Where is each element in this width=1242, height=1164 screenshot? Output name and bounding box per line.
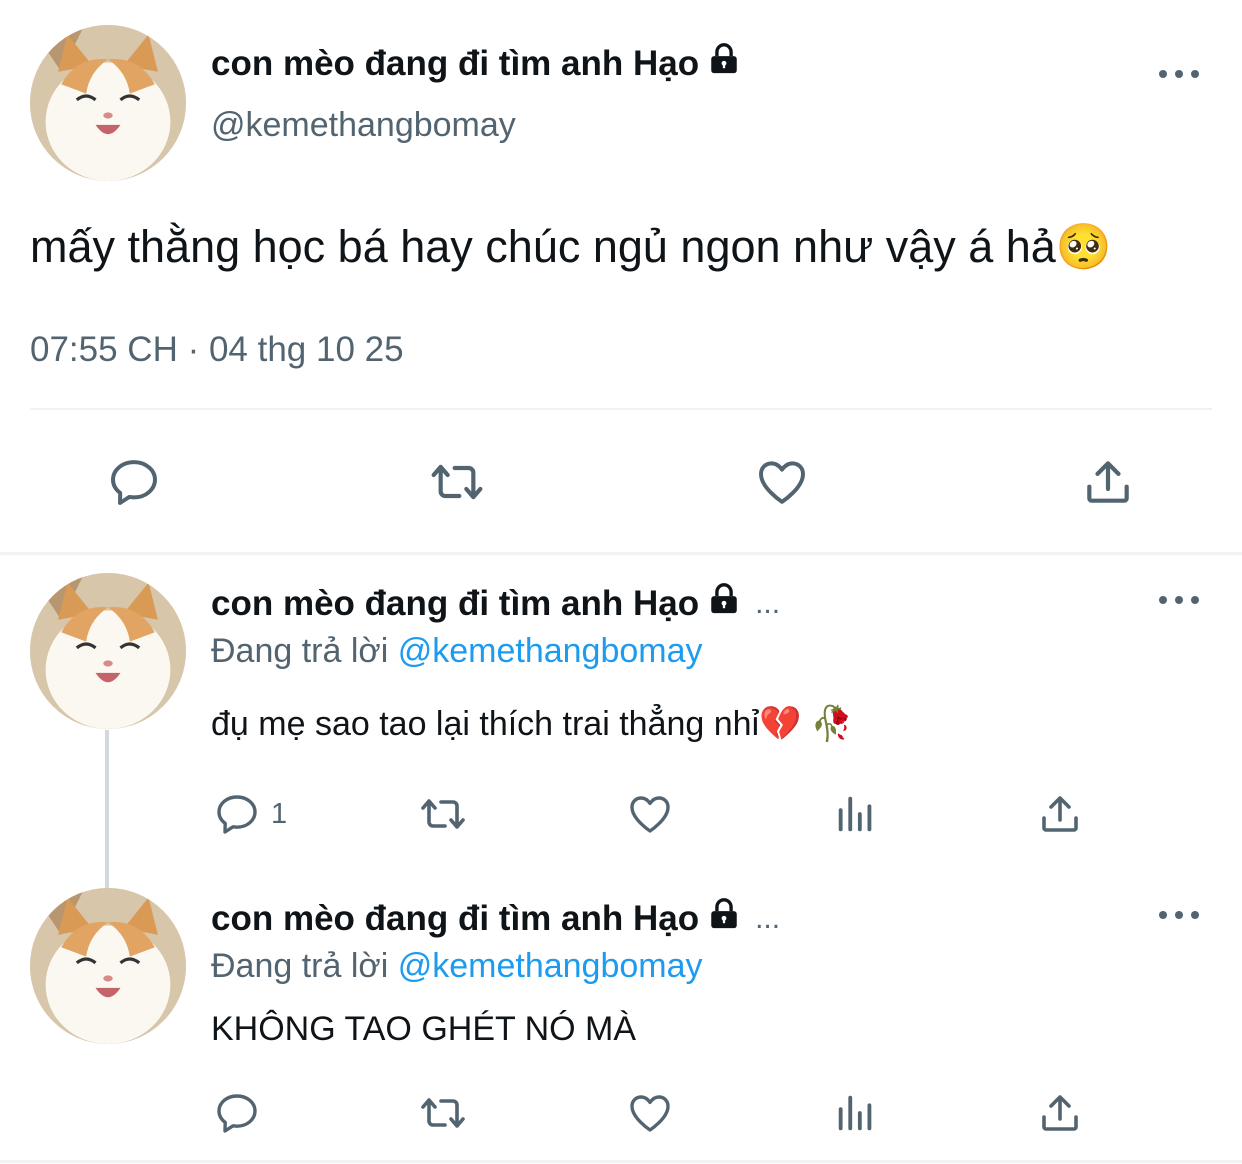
reply-text: đụ mẹ sao tao lại thích trai thẳng nhỉ💔 … xyxy=(211,705,854,743)
lock-icon xyxy=(707,582,741,625)
replying-prefix: Đang trả lời xyxy=(211,947,389,985)
more-icon[interactable] xyxy=(1159,590,1199,610)
name-ellipsis: ... xyxy=(755,586,781,620)
reply-button[interactable]: 1 xyxy=(213,790,287,838)
reply-button[interactable] xyxy=(213,1089,261,1137)
display-name-text: con mèo đang đi tìm anh Hạo xyxy=(211,898,700,938)
share-icon xyxy=(1042,1095,1078,1131)
heart-icon xyxy=(630,796,670,833)
display-name-text: con mèo đang đi tìm anh Hạo xyxy=(211,43,700,83)
share-button[interactable] xyxy=(1080,454,1136,510)
avatar[interactable] xyxy=(30,888,186,1044)
replying-to: Đang trả lời @kemethangbomay xyxy=(211,947,703,986)
comment-icon xyxy=(217,795,257,834)
heart-icon xyxy=(759,461,805,504)
replying-prefix: Đang trả lời xyxy=(211,632,389,670)
lock-icon xyxy=(707,42,741,85)
divider xyxy=(30,408,1212,410)
like-button[interactable] xyxy=(624,790,676,838)
display-name[interactable]: con mèo đang đi tìm anh Hạo ... xyxy=(211,897,780,940)
replying-to: Đang trả lời @kemethangbomay xyxy=(211,632,703,671)
retweet-button[interactable] xyxy=(424,454,490,510)
heart-icon xyxy=(630,1095,670,1132)
share-button[interactable] xyxy=(1036,1089,1084,1137)
bottom-divider xyxy=(0,1160,1242,1163)
like-button[interactable] xyxy=(624,1089,676,1137)
retweet-button[interactable] xyxy=(414,1089,472,1137)
more-icon[interactable] xyxy=(1159,64,1199,84)
thread-line xyxy=(105,730,109,888)
reply-count: 1 xyxy=(271,797,288,830)
reply-button[interactable] xyxy=(106,454,162,510)
tweet-text: mấy thằng học bá hay chúc ngủ ngon như v… xyxy=(30,221,1112,272)
views-button[interactable] xyxy=(833,790,879,838)
comment-icon xyxy=(111,460,157,505)
retweet-icon xyxy=(431,464,483,500)
retweet-icon xyxy=(421,799,465,829)
share-button[interactable] xyxy=(1036,790,1084,838)
analytics-icon xyxy=(838,796,872,832)
section-divider xyxy=(0,552,1242,555)
retweet-icon xyxy=(421,1098,465,1128)
comment-icon xyxy=(217,1094,257,1133)
replying-handle[interactable]: @kemethangbomay xyxy=(398,632,703,670)
analytics-icon xyxy=(838,1095,872,1131)
timestamp[interactable]: 07:55 CH · 04 thg 10 25 xyxy=(30,330,404,370)
share-icon xyxy=(1042,796,1078,832)
name-ellipsis: ... xyxy=(755,901,781,935)
like-button[interactable] xyxy=(752,454,812,510)
display-name[interactable]: con mèo đang đi tìm anh Hạo ... xyxy=(211,582,780,625)
handle[interactable]: @kemethangbomay xyxy=(211,106,516,145)
display-name[interactable]: con mèo đang đi tìm anh Hạo xyxy=(211,42,741,85)
reply-text: KHÔNG TAO GHÉT NÓ MÀ xyxy=(211,1010,637,1048)
lock-icon xyxy=(707,897,741,940)
more-icon[interactable] xyxy=(1159,905,1199,925)
display-name-text: con mèo đang đi tìm anh Hạo xyxy=(211,583,700,623)
retweet-button[interactable] xyxy=(414,790,472,838)
replying-handle[interactable]: @kemethangbomay xyxy=(398,947,703,985)
share-icon xyxy=(1087,461,1129,503)
avatar[interactable] xyxy=(30,573,186,729)
views-button[interactable] xyxy=(833,1089,879,1137)
avatar[interactable] xyxy=(30,25,186,181)
